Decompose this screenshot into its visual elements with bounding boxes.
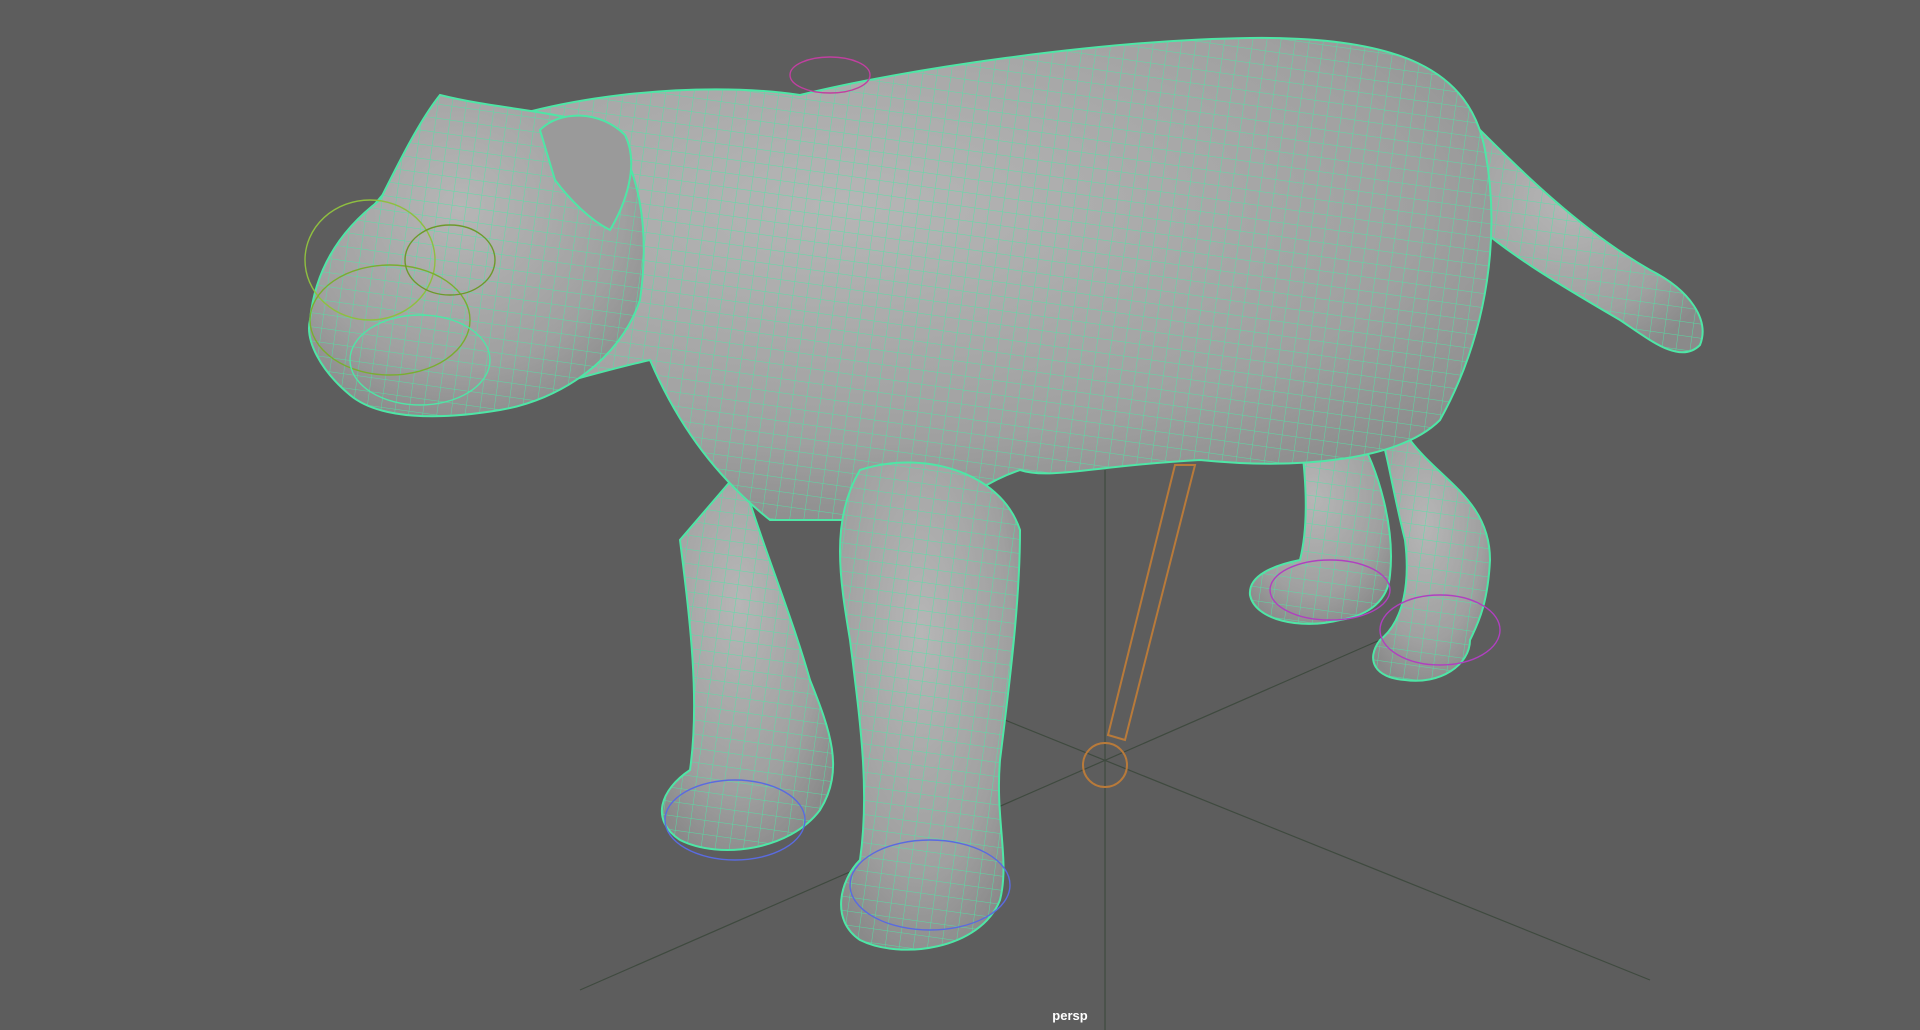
viewport-scene[interactable] (0, 0, 1920, 1030)
rig-joint (1082, 464, 1197, 788)
maya-viewport[interactable]: persp (0, 0, 1920, 1030)
camera-label: persp (1052, 1008, 1088, 1023)
panther-mesh[interactable] (308, 36, 1704, 951)
